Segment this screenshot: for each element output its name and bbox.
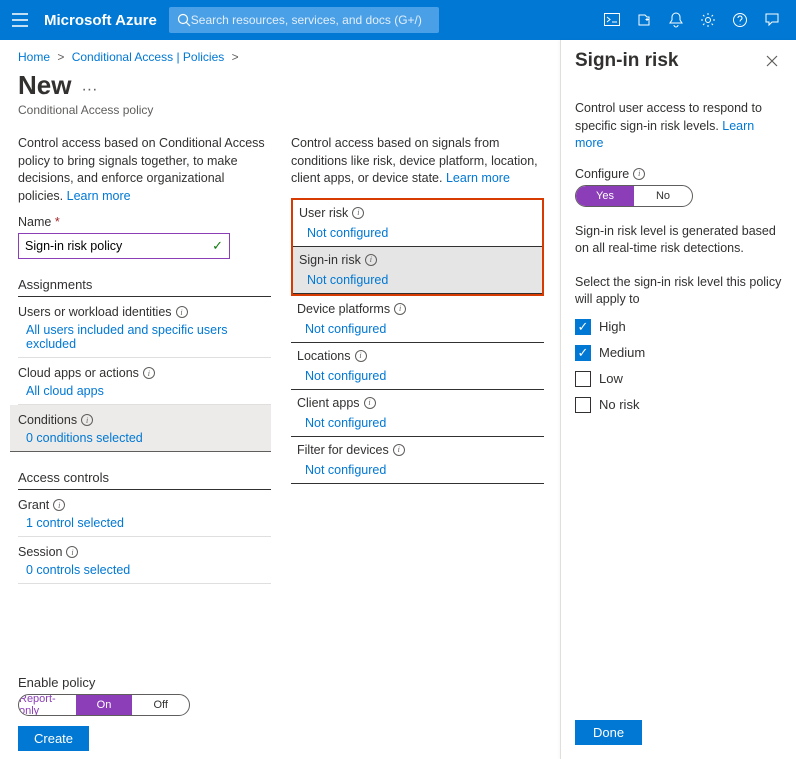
toggle-report-only[interactable]: Report-only [19, 695, 76, 715]
panel-title: Sign-in risk [575, 50, 678, 72]
cloud-shell-icon[interactable] [596, 0, 628, 40]
locations-item[interactable]: Locationsi Not configured [291, 343, 544, 390]
signin-risk-item[interactable]: Sign-in riski Not configured [293, 247, 542, 294]
panel-desc2: Select the sign-in risk level this polic… [575, 274, 782, 309]
checkbox-icon [575, 371, 591, 387]
name-input[interactable]: ✓ [18, 233, 230, 259]
done-button[interactable]: Done [575, 720, 642, 745]
assignments-heading: Assignments [18, 277, 271, 297]
search-icon [177, 13, 191, 27]
info-icon[interactable]: i [633, 168, 645, 180]
info-icon[interactable]: i [81, 414, 93, 426]
checkbox-norisk[interactable]: No risk [575, 397, 782, 413]
toggle-no[interactable]: No [634, 186, 692, 206]
learn-more-link[interactable]: Learn more [446, 171, 510, 185]
checkbox-medium[interactable]: ✓ Medium [575, 345, 782, 361]
help-icon[interactable] [724, 0, 756, 40]
checkbox-high[interactable]: ✓ High [575, 319, 782, 335]
signin-risk-panel: Sign-in risk Control user access to resp… [560, 40, 796, 759]
access-heading: Access controls [18, 470, 271, 490]
info-icon[interactable]: i [364, 397, 376, 409]
directories-icon[interactable] [628, 0, 660, 40]
info-icon[interactable]: i [53, 499, 65, 511]
name-label: Name [18, 215, 51, 229]
filter-devices-item[interactable]: Filter for devicesi Not configured [291, 437, 544, 484]
info-icon[interactable]: i [394, 303, 406, 315]
breadcrumb: Home > Conditional Access | Policies > [18, 50, 544, 64]
grant-item[interactable]: Granti 1 control selected [18, 490, 271, 537]
top-bar: Microsoft Azure [0, 0, 796, 40]
feedback-icon[interactable] [756, 0, 788, 40]
info-icon[interactable]: i [66, 546, 78, 558]
breadcrumb-home[interactable]: Home [18, 50, 50, 64]
search-box[interactable] [169, 7, 439, 33]
name-field[interactable] [25, 239, 212, 253]
checkbox-icon [575, 397, 591, 413]
intro-right: Control access based on signals from con… [291, 135, 544, 188]
bottom-bar: Enable policy Report-only On Off Create [18, 675, 248, 751]
configure-label: Configure [575, 167, 629, 181]
settings-icon[interactable] [692, 0, 724, 40]
info-icon[interactable]: i [352, 207, 364, 219]
users-item[interactable]: Users or workload identitiesi All users … [18, 297, 271, 358]
breadcrumb-ca[interactable]: Conditional Access | Policies [72, 50, 225, 64]
panel-intro: Control user access to respond to specif… [575, 100, 782, 153]
apps-item[interactable]: Cloud apps or actionsi All cloud apps [18, 358, 271, 405]
checkbox-icon: ✓ [575, 345, 591, 361]
search-input[interactable] [191, 13, 431, 27]
device-platforms-item[interactable]: Device platformsi Not configured [291, 296, 544, 343]
notifications-icon[interactable] [660, 0, 692, 40]
user-risk-item[interactable]: User riski Not configured [293, 200, 542, 247]
panel-desc1: Sign-in risk level is generated based on… [575, 223, 782, 258]
brand-label: Microsoft Azure [44, 12, 157, 29]
info-icon[interactable]: i [143, 367, 155, 379]
info-icon[interactable]: i [355, 350, 367, 362]
intro-left: Control access based on Conditional Acce… [18, 135, 271, 205]
highlight-box: User riski Not configured Sign-in riski … [291, 198, 544, 296]
main-content: Home > Conditional Access | Policies > N… [0, 40, 560, 759]
col-conditions: Control access based on signals from con… [291, 135, 544, 584]
create-button[interactable]: Create [18, 726, 89, 751]
checkbox-icon: ✓ [575, 319, 591, 335]
info-icon[interactable]: i [176, 306, 188, 318]
col-assignments: Control access based on Conditional Acce… [18, 135, 271, 584]
enable-policy-toggle[interactable]: Report-only On Off [18, 694, 190, 716]
learn-more-link[interactable]: Learn more [67, 189, 131, 203]
page-subtitle: Conditional Access policy [18, 103, 544, 117]
page-title: New [18, 70, 71, 101]
checkbox-low[interactable]: Low [575, 371, 782, 387]
session-item[interactable]: Sessioni 0 controls selected [18, 537, 271, 584]
enable-policy-label: Enable policy [18, 675, 248, 690]
info-icon[interactable]: i [365, 254, 377, 266]
close-icon[interactable] [762, 51, 782, 71]
configure-toggle[interactable]: Yes No [575, 185, 693, 207]
info-icon[interactable]: i [393, 444, 405, 456]
hamburger-icon[interactable] [8, 8, 32, 32]
toggle-yes[interactable]: Yes [576, 186, 634, 206]
client-apps-item[interactable]: Client appsi Not configured [291, 390, 544, 437]
toggle-on[interactable]: On [76, 695, 133, 715]
conditions-item[interactable]: Conditionsi 0 conditions selected [10, 405, 271, 452]
toggle-off[interactable]: Off [132, 695, 189, 715]
more-actions-icon[interactable]: ··· [81, 81, 97, 99]
valid-check-icon: ✓ [212, 238, 223, 254]
